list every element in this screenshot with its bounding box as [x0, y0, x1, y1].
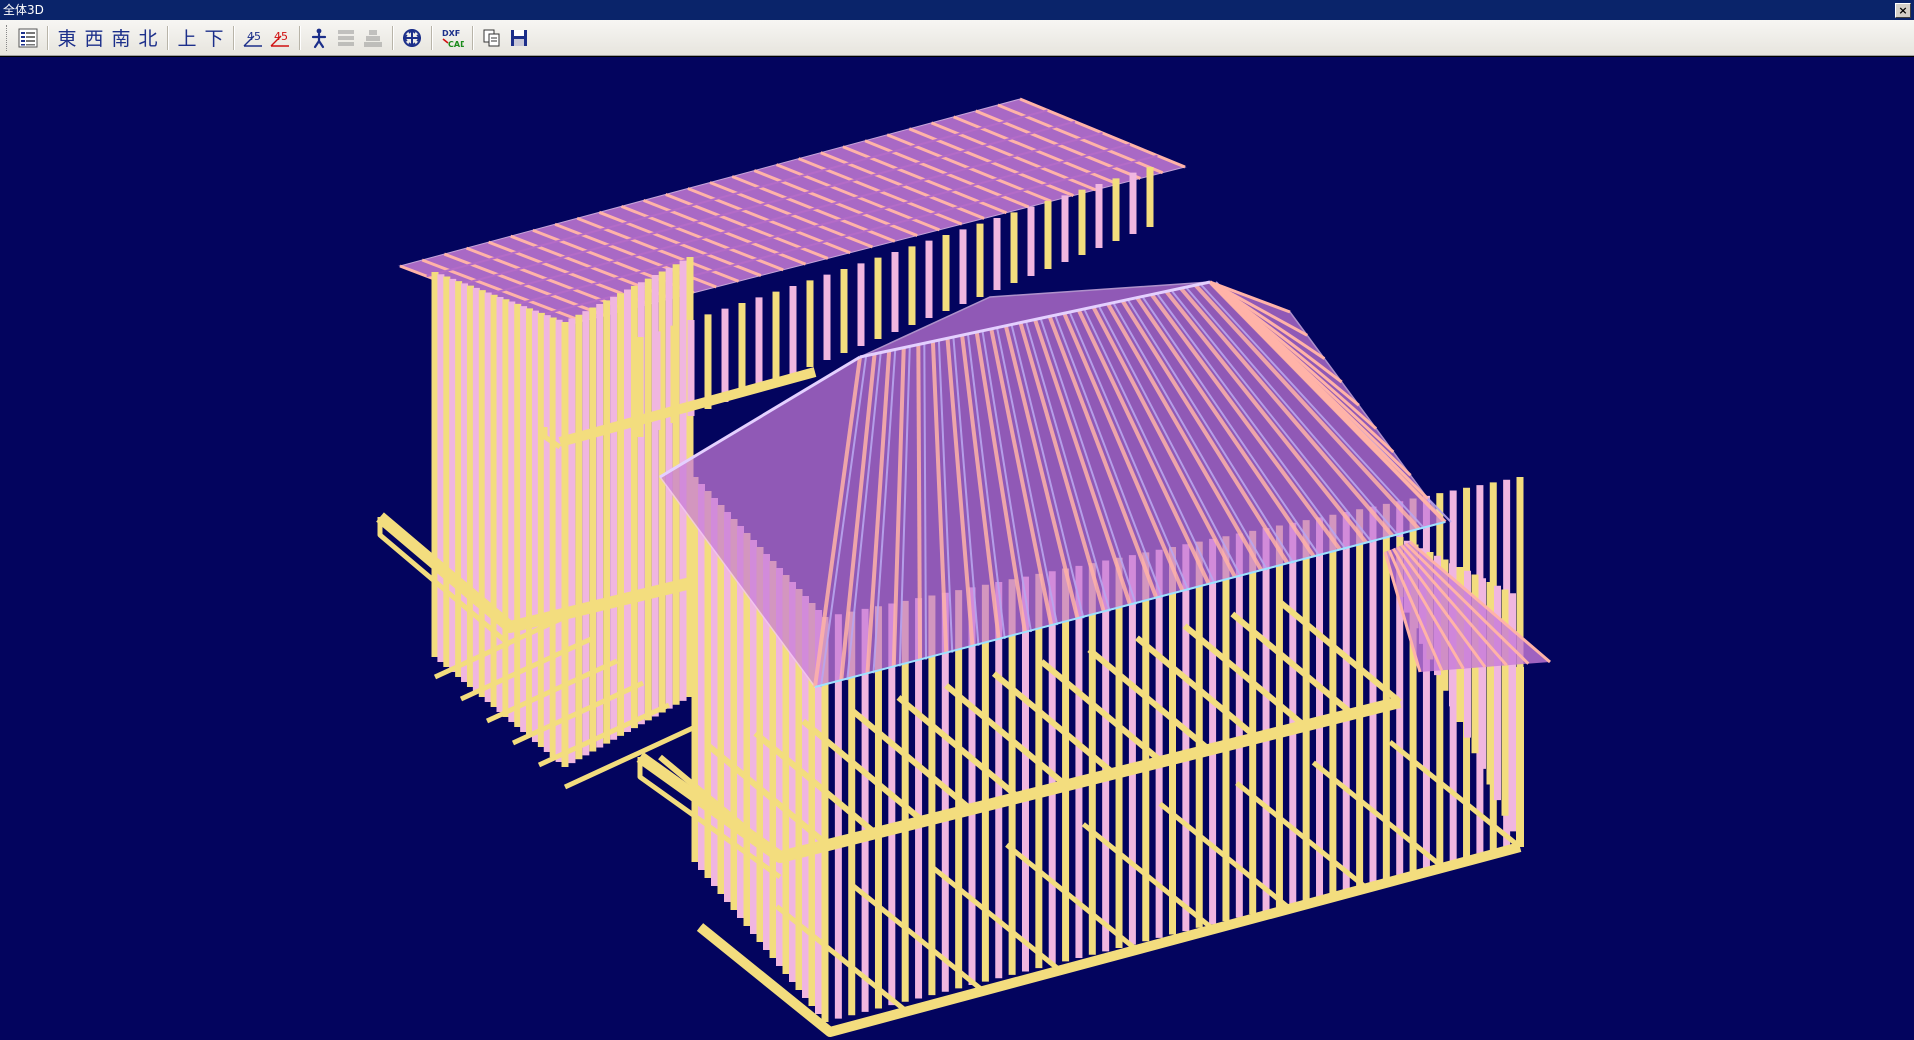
toolbar-separator: [472, 25, 474, 50]
copy-icon: [483, 29, 500, 46]
dxf-export-button[interactable]: DXF CAD: [438, 24, 466, 52]
toolbar-separator: [392, 25, 394, 50]
settings-list-icon: [18, 28, 38, 47]
toolbar-grip[interactable]: [6, 24, 10, 51]
view-west-button[interactable]: 西: [81, 24, 107, 52]
save-icon: [511, 29, 527, 46]
close-icon: ×: [1898, 3, 1908, 17]
copy-button[interactable]: [479, 24, 505, 52]
view-east-button[interactable]: 東: [54, 24, 80, 52]
toolbar-separator: [431, 25, 433, 50]
fit-all-button[interactable]: [399, 24, 425, 52]
angle-45-left-icon: 45: [243, 30, 262, 47]
svg-text:CAD: CAD: [448, 40, 464, 49]
toolbar-separator: [233, 25, 235, 50]
stack-icon: [364, 29, 382, 47]
layers-button[interactable]: [333, 24, 359, 52]
settings-list-button[interactable]: [15, 24, 41, 52]
view-top-button[interactable]: 上: [174, 24, 200, 52]
walk-person-icon: [311, 28, 327, 48]
toolbar-separator: [167, 25, 169, 50]
rotate-45-left-button[interactable]: 45: [240, 24, 266, 52]
rotate-45-right-button[interactable]: 45: [267, 24, 293, 52]
view-north-button[interactable]: 北: [135, 24, 161, 52]
walk-mode-button[interactable]: [306, 24, 332, 52]
toolbar-separator: [299, 25, 301, 50]
layers-icon: [338, 29, 354, 46]
toolbar-separator: [47, 25, 49, 50]
window-title: 全体3D: [3, 3, 44, 17]
house-frame-model: [0, 57, 1914, 1040]
stack-button[interactable]: [360, 24, 386, 52]
view-south-button[interactable]: 南: [108, 24, 134, 52]
view-bottom-button[interactable]: 下: [201, 24, 227, 52]
fit-all-icon: [403, 28, 421, 47]
save-button[interactable]: [506, 24, 532, 52]
toolbar: 東 西 南 北 上 下 45 45 DXF CAD: [0, 20, 1914, 72]
hip-roof-rafter: [916, 344, 922, 660]
svg-text:DXF: DXF: [442, 29, 460, 38]
3d-viewport[interactable]: [0, 56, 1914, 1040]
dxf-cad-export-icon: DXF CAD: [442, 29, 464, 49]
angle-45-right-icon: 45: [270, 30, 289, 47]
title-bar: 全体3D ×: [0, 0, 1914, 20]
close-button[interactable]: ×: [1895, 2, 1911, 18]
